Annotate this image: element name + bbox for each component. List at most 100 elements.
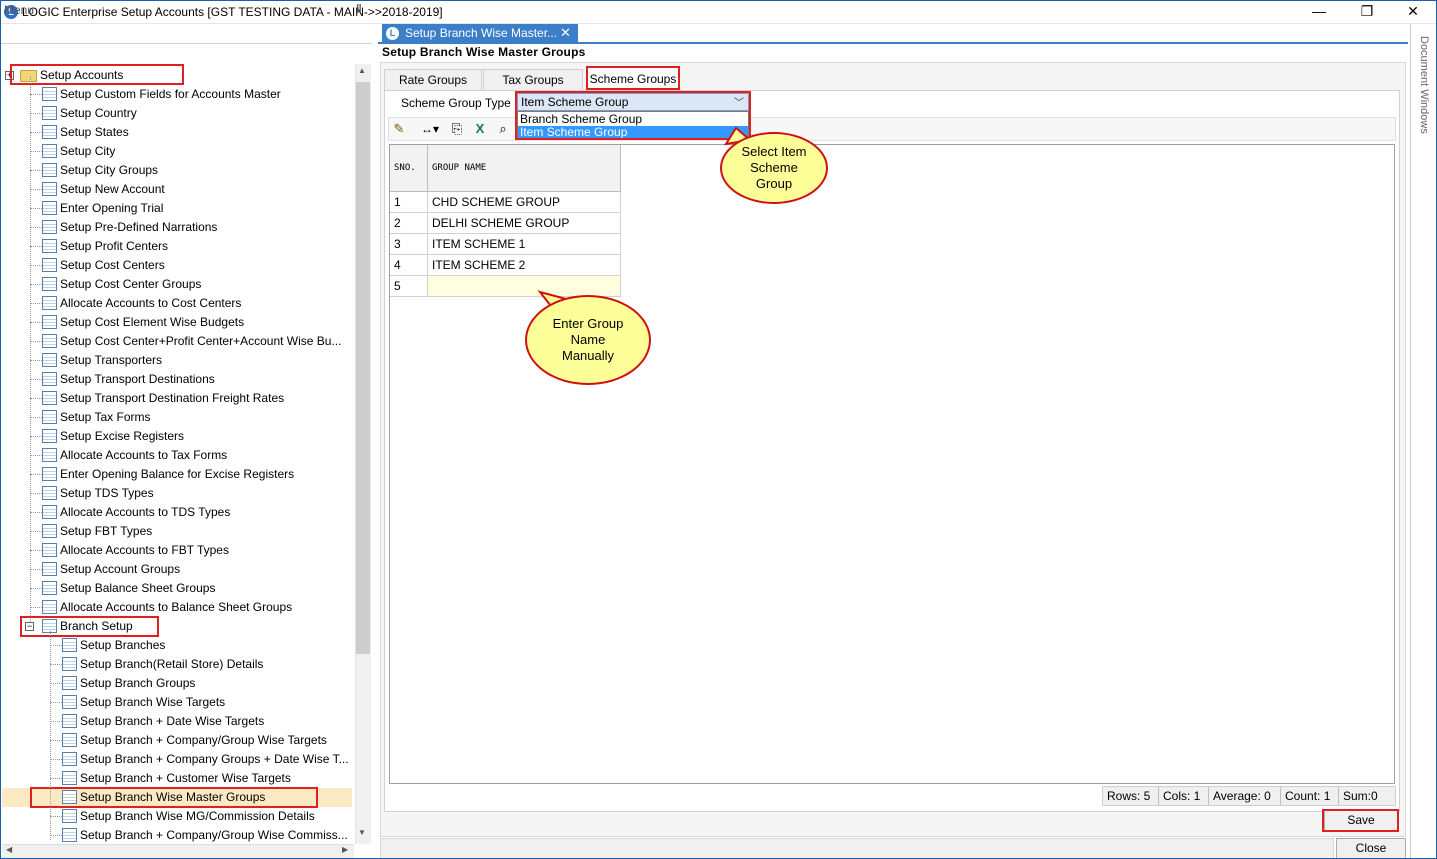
tree-item[interactable]: Setup Cost Centers bbox=[2, 256, 352, 275]
form-icon bbox=[42, 600, 57, 614]
copy-icon[interactable]: ⎘ bbox=[448, 120, 466, 138]
tree-item-label: Setup Branches bbox=[80, 638, 166, 652]
tree-item[interactable]: Enter Opening Trial bbox=[2, 199, 352, 218]
form-icon bbox=[42, 296, 57, 310]
form-icon bbox=[42, 87, 57, 101]
tree-item[interactable]: Allocate Accounts to TDS Types bbox=[2, 503, 352, 522]
form-icon bbox=[42, 144, 57, 158]
tree-item-label: Setup Excise Registers bbox=[60, 429, 185, 443]
status-rows: Rows: 5 bbox=[1103, 787, 1159, 805]
document-tab[interactable]: L Setup Branch Wise Master... ✕ bbox=[382, 24, 578, 43]
grid-cell-group-name-new[interactable] bbox=[428, 276, 621, 297]
form-icon bbox=[62, 828, 77, 842]
tree-item[interactable]: Setup Pre-Defined Narrations bbox=[2, 218, 352, 237]
tree-item[interactable]: Setup Profit Centers bbox=[2, 237, 352, 256]
tree-item[interactable]: Setup City Groups bbox=[2, 161, 352, 180]
tree-item[interactable]: Setup Branch + Company Groups + Date Wis… bbox=[2, 750, 352, 769]
tree-item[interactable]: Setup Cost Element Wise Budgets bbox=[2, 313, 352, 332]
form-icon bbox=[42, 562, 57, 576]
tree-item-label: Setup TDS Types bbox=[60, 486, 154, 500]
find-icon[interactable]: ⌕ bbox=[494, 120, 512, 138]
tree-item[interactable]: Setup Branch + Customer Wise Targets bbox=[2, 769, 352, 788]
minimize-button[interactable]: — bbox=[1296, 0, 1342, 24]
grid-cell-group-name[interactable]: ITEM SCHEME 2 bbox=[428, 255, 621, 276]
form-icon bbox=[42, 429, 57, 443]
excel-export-icon[interactable]: X bbox=[471, 120, 489, 138]
tree-item-label: Setup Transporters bbox=[60, 353, 163, 367]
grid-cell-group-name[interactable]: ITEM SCHEME 1 bbox=[428, 234, 621, 255]
scroll-up-icon[interactable]: ▲ bbox=[358, 66, 366, 75]
tree-item[interactable]: Allocate Accounts to Cost Centers bbox=[2, 294, 352, 313]
scroll-down-icon[interactable]: ▼ bbox=[358, 828, 366, 837]
edit-icon[interactable]: ✎ bbox=[390, 120, 408, 138]
status-sum: Sum:0 bbox=[1343, 789, 1378, 803]
tree-item[interactable]: Setup Branches bbox=[2, 636, 352, 655]
grid-cell-sno[interactable]: 1 bbox=[390, 192, 428, 213]
form-icon bbox=[62, 733, 77, 747]
status-average: Average: 0 bbox=[1209, 787, 1281, 805]
form-icon bbox=[42, 353, 57, 367]
callout-enter-text: Enter Group Name Manually bbox=[552, 316, 624, 363]
tree-item[interactable]: Setup Branch + Date Wise Targets bbox=[2, 712, 352, 731]
tree-item[interactable]: Setup Custom Fields for Accounts Master bbox=[2, 85, 352, 104]
tab-tax-groups[interactable]: Tax Groups bbox=[483, 69, 583, 90]
tree-item[interactable]: Setup New Account bbox=[2, 180, 352, 199]
tab-scheme-groups[interactable]: Scheme Groups bbox=[586, 66, 680, 90]
tree-item[interactable]: Setup Account Groups bbox=[2, 560, 352, 579]
tree-item[interactable]: Setup City bbox=[2, 142, 352, 161]
tree-item[interactable]: Setup Cost Center+Profit Center+Account … bbox=[2, 332, 352, 351]
scroll-left-icon[interactable]: ◀ bbox=[6, 845, 12, 854]
grid-cell-sno[interactable]: 2 bbox=[390, 213, 428, 234]
close-button[interactable]: Close bbox=[1336, 838, 1406, 859]
tree-item-label: Allocate Accounts to TDS Types bbox=[60, 505, 231, 519]
tree-item[interactable]: Setup Transport Destination Freight Rate… bbox=[2, 389, 352, 408]
grid-cell-sno[interactable]: 4 bbox=[390, 255, 428, 276]
tab-rate-groups[interactable]: Rate Groups bbox=[384, 69, 482, 90]
tree-item[interactable]: Setup FBT Types bbox=[2, 522, 352, 541]
form-icon bbox=[62, 657, 77, 671]
tree-item[interactable]: Enter Opening Balance for Excise Registe… bbox=[2, 465, 352, 484]
document-windows-label[interactable]: Document Windows bbox=[1418, 36, 1430, 134]
grid-cell-group-name[interactable]: CHD SCHEME GROUP bbox=[428, 192, 621, 213]
tree-item-label: Setup Branch + Date Wise Targets bbox=[80, 714, 265, 728]
tree-item[interactable]: Setup Tax Forms bbox=[2, 408, 352, 427]
pin-icon[interactable]: Ⅱ bbox=[356, 2, 362, 16]
grid-cell-sno[interactable]: 5 bbox=[390, 276, 428, 297]
tree-item[interactable]: Setup Branch Wise Targets bbox=[2, 693, 352, 712]
tree-item[interactable]: Allocate Accounts to Balance Sheet Group… bbox=[2, 598, 352, 617]
tree-item[interactable]: Setup Branch + Company/Group Wise Target… bbox=[2, 731, 352, 750]
form-icon bbox=[42, 524, 57, 538]
document-tab-close-icon[interactable]: ✕ bbox=[560, 24, 571, 42]
tree-item-label: Enter Opening Balance for Excise Registe… bbox=[60, 467, 295, 481]
selected-item-highlight bbox=[30, 787, 318, 808]
scroll-right-icon[interactable]: ▶ bbox=[342, 845, 348, 854]
grid-cell-sno[interactable]: 3 bbox=[390, 234, 428, 255]
tree-item[interactable]: Setup States bbox=[2, 123, 352, 142]
tree-item[interactable]: Allocate Accounts to FBT Types bbox=[2, 541, 352, 560]
tree-item[interactable]: Setup Country bbox=[2, 104, 352, 123]
tree-item[interactable]: Setup Excise Registers bbox=[2, 427, 352, 446]
tree-item-label: Setup FBT Types bbox=[60, 524, 153, 538]
column-header-sno[interactable]: SNO. bbox=[390, 145, 428, 192]
tree-item[interactable]: Setup TDS Types bbox=[2, 484, 352, 503]
grid-cell-group-name[interactable]: DELHI SCHEME GROUP bbox=[428, 213, 621, 234]
grid-status-bar: Rows: 5 Cols: 1 Average: 0 Count: 1 Sum:… bbox=[1102, 786, 1396, 806]
tree-item[interactable]: Setup Branch Groups bbox=[2, 674, 352, 693]
tree-item[interactable]: Setup Cost Center Groups bbox=[2, 275, 352, 294]
window-close-button[interactable]: ✕ bbox=[1390, 0, 1436, 24]
callout-select-item-scheme-group: Select Item Scheme Group bbox=[720, 132, 828, 204]
tree-item[interactable]: Setup Transport Destinations bbox=[2, 370, 352, 389]
tree-item[interactable]: Allocate Accounts to Tax Forms bbox=[2, 446, 352, 465]
tree-item[interactable]: Setup Balance Sheet Groups bbox=[2, 579, 352, 598]
column-width-icon[interactable]: ↔▾ bbox=[418, 120, 442, 138]
tree-item[interactable]: Setup Transporters bbox=[2, 351, 352, 370]
column-header-group-name[interactable]: GROUP NAME bbox=[428, 145, 621, 192]
tree-item[interactable]: Setup Branch(Retail Store) Details bbox=[2, 655, 352, 674]
tree-item-label: Setup Cost Center Groups bbox=[60, 277, 202, 291]
tree-item[interactable]: Setup Branch Wise MG/Commission Details bbox=[2, 807, 352, 826]
tree-horizontal-scrollbar[interactable] bbox=[2, 844, 354, 858]
tree-item-label: Setup Branch Wise MG/Commission Details bbox=[80, 809, 315, 823]
tree-scroll-thumb[interactable] bbox=[356, 82, 370, 654]
restore-button[interactable]: ❐ bbox=[1344, 0, 1390, 24]
tree-item[interactable]: Setup Branch + Company/Group Wise Commis… bbox=[2, 826, 352, 844]
